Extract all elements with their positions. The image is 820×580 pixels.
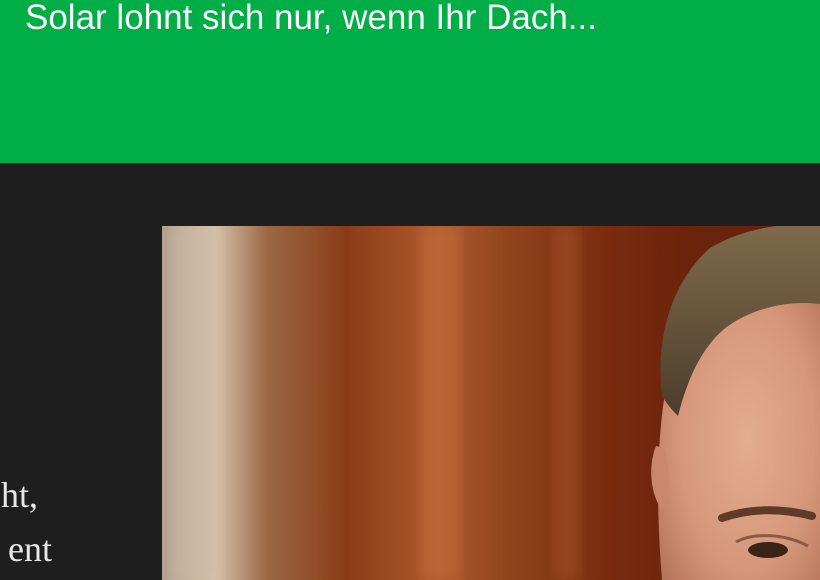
man-portrait-photo: [162, 226, 820, 580]
article-text-line: ent: [8, 529, 52, 569]
ad-headline[interactable]: Solar lohnt sich nur, wenn Ihr Dach...: [25, 0, 597, 44]
article-photo[interactable]: [162, 226, 820, 580]
article-text-fragment: ht, ent: [0, 468, 156, 576]
page: Solar lohnt sich nur, wenn Ihr Dach... h…: [0, 0, 820, 580]
article-text-line: ht,: [0, 475, 38, 515]
solar-ad-banner[interactable]: Solar lohnt sich nur, wenn Ihr Dach...: [0, 0, 820, 163]
